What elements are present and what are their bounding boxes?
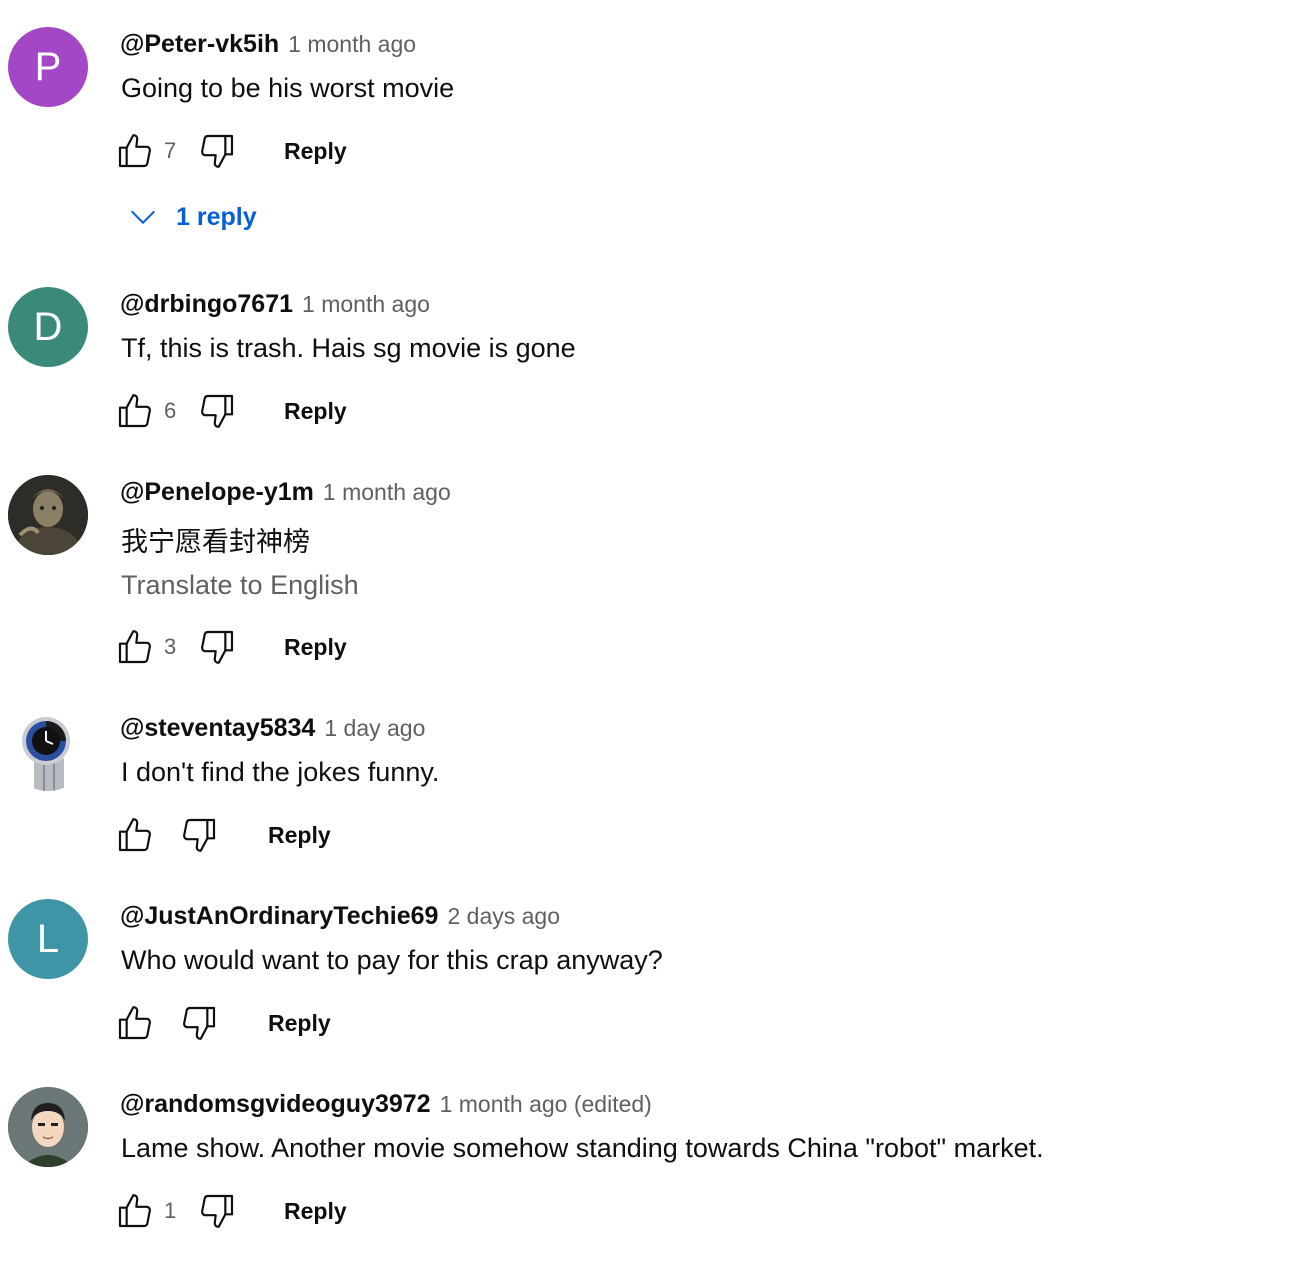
comment-actions: 6 Reply — [112, 388, 347, 434]
comment-header: @randomsgvideoguy3972 1 month ago (edite… — [120, 1090, 652, 1119]
avatar[interactable] — [8, 711, 88, 791]
thumbs-up-icon — [118, 1006, 151, 1040]
comment-author[interactable]: @Peter-vk5ih — [120, 30, 279, 59]
comment-author[interactable]: @JustAnOrdinaryTechie69 — [120, 902, 438, 931]
comment-time[interactable]: 2 days ago — [447, 903, 560, 930]
comment-time[interactable]: 1 day ago — [324, 715, 425, 742]
comment-header: @steventay5834 1 day ago — [120, 714, 425, 743]
comment-header: @Penelope-y1m 1 month ago — [120, 478, 451, 507]
comment-author[interactable]: @randomsgvideoguy3972 — [120, 1090, 431, 1119]
avatar-letter: L — [36, 916, 60, 961]
thumbs-up-icon — [118, 394, 151, 428]
comment-text: Lame show. Another movie somehow standin… — [121, 1133, 1044, 1163]
photo-avatar-icon — [8, 475, 88, 555]
thumbs-down-icon — [183, 818, 216, 852]
avatar[interactable]: L — [8, 899, 88, 979]
avatar[interactable]: P — [8, 27, 88, 107]
comment-actions: Reply — [112, 812, 331, 858]
reply-button[interactable]: Reply — [284, 390, 347, 433]
thumbs-down-icon — [183, 1006, 216, 1040]
thumbs-up-icon — [118, 134, 151, 168]
reply-button[interactable]: Reply — [284, 1190, 347, 1233]
comment-time[interactable]: 1 month ago — [288, 31, 416, 58]
dislike-button[interactable] — [194, 388, 240, 434]
thumbs-up-icon — [118, 630, 151, 664]
like-count: 3 — [164, 634, 177, 659]
comment-header: @Peter-vk5ih 1 month ago — [120, 30, 416, 59]
comment-text: I don't find the jokes funny. — [121, 757, 440, 787]
comment-text: 我宁愿看封神榜 — [121, 527, 310, 557]
reply-button[interactable]: Reply — [268, 1002, 331, 1045]
translate-link[interactable]: Translate to English — [121, 570, 359, 601]
view-replies-button[interactable]: 1 reply — [126, 200, 257, 234]
avatar-letter: P — [34, 44, 62, 89]
watch-avatar-icon — [8, 711, 88, 791]
thumbs-down-icon — [201, 394, 234, 428]
thumbs-up-icon — [118, 818, 151, 852]
comment-author[interactable]: @steventay5834 — [120, 714, 315, 743]
comment-text: Who would want to pay for this crap anyw… — [121, 945, 663, 975]
dislike-button[interactable] — [176, 812, 222, 858]
like-button[interactable] — [112, 624, 158, 670]
avatar[interactable]: D — [8, 287, 88, 367]
comment-text: Tf, this is trash. Hais sg movie is gone — [121, 333, 576, 363]
dislike-button[interactable] — [194, 128, 240, 174]
replies-count-label: 1 reply — [176, 202, 257, 231]
dislike-button[interactable] — [176, 1000, 222, 1046]
like-button[interactable] — [112, 812, 158, 858]
cartoon-face-avatar-icon — [8, 1087, 88, 1167]
like-count: 1 — [164, 1198, 177, 1223]
reply-button[interactable]: Reply — [284, 626, 347, 669]
comment-author[interactable]: @Penelope-y1m — [120, 478, 314, 507]
comment-time[interactable]: 1 month ago — [302, 291, 430, 318]
reply-button[interactable]: Reply — [268, 814, 331, 857]
dislike-button[interactable] — [194, 1188, 240, 1234]
like-button[interactable] — [112, 1188, 158, 1234]
dislike-button[interactable] — [194, 624, 240, 670]
comment-header: @drbingo7671 1 month ago — [120, 290, 430, 319]
comment-actions: 1 Reply — [112, 1188, 347, 1234]
avatar[interactable] — [8, 475, 88, 555]
comment-actions: 3 Reply — [112, 624, 347, 670]
like-count: 6 — [164, 398, 177, 423]
like-button[interactable] — [112, 128, 158, 174]
comment-actions: 7 Reply — [112, 128, 347, 174]
avatar-letter: D — [33, 304, 63, 349]
thumbs-down-icon — [201, 1194, 234, 1228]
comment-time[interactable]: 1 month ago (edited) — [440, 1091, 652, 1118]
thumbs-down-icon — [201, 134, 234, 168]
comment-actions: Reply — [112, 1000, 331, 1046]
thumbs-down-icon — [201, 630, 234, 664]
comment-time[interactable]: 1 month ago — [323, 479, 451, 506]
chevron-down-icon — [130, 210, 156, 225]
comment-header: @JustAnOrdinaryTechie69 2 days ago — [120, 902, 560, 931]
reply-button[interactable]: Reply — [284, 130, 347, 173]
like-button[interactable] — [112, 1000, 158, 1046]
avatar[interactable] — [8, 1087, 88, 1167]
thumbs-up-icon — [118, 1194, 151, 1228]
comment-text: Going to be his worst movie — [121, 73, 455, 103]
comment-author[interactable]: @drbingo7671 — [120, 290, 293, 319]
like-button[interactable] — [112, 388, 158, 434]
like-count: 7 — [164, 138, 177, 163]
